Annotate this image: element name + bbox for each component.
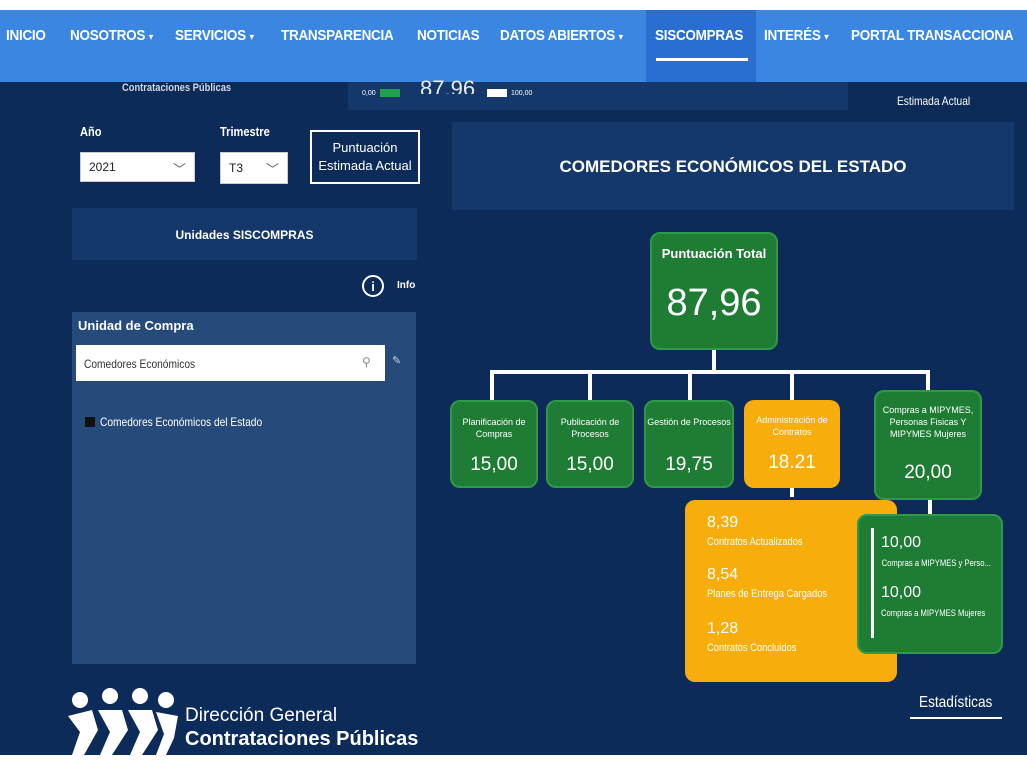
pillar-label: Planificación de Compras <box>462 417 526 439</box>
gauge-max-label: 100,00 <box>511 90 533 97</box>
quarter-filter-label: Trimestre <box>220 124 270 139</box>
pillar-value: 15,00 <box>470 454 518 475</box>
chevron-down-icon: ﹀ <box>265 162 279 177</box>
pillar-card-gestion: Gestión de Procesos 19,75 <box>644 400 734 488</box>
score-estimated-button-label: Puntuación Estimada Actual <box>318 140 412 173</box>
unit-search-value: Comedores Económicos <box>84 357 196 371</box>
tree-connector <box>688 370 692 400</box>
tree-connector <box>928 500 932 514</box>
pillar-card-planificacion: Planificación de Compras 15,00 <box>450 400 538 488</box>
people-logo-icon <box>68 688 178 755</box>
chevron-down-icon: ▾ <box>824 32 829 43</box>
eraser-icon[interactable]: ✎ <box>392 354 401 367</box>
info-label: Info <box>397 280 416 291</box>
nav-active-underline <box>656 58 748 61</box>
nav-active-highlight <box>646 10 756 82</box>
entity-title: COMEDORES ECONÓMICOS DEL ESTADO <box>559 157 907 176</box>
tree-connector <box>926 370 930 392</box>
gauge-value: 87,96 <box>420 76 476 94</box>
total-score-value: 87,96 <box>666 282 762 324</box>
detail-value: 10,00 <box>881 584 922 601</box>
quarter-dropdown-value: T3 <box>229 161 244 175</box>
nav-item-interes[interactable]: INTERÉS ▾ <box>764 27 829 44</box>
tree-connector <box>490 370 930 374</box>
unit-item-checkbox[interactable] <box>85 417 95 427</box>
pillar-value: 15,00 <box>566 454 614 475</box>
logo-line2: Contrataciones Públicas <box>185 728 419 750</box>
nav-item-nosotros[interactable]: NOSOTROS ▾ <box>70 27 153 44</box>
pillar-value: 18.21 <box>768 452 816 473</box>
year-dropdown[interactable]: 2021 ﹀ <box>80 152 195 182</box>
report-title-fragment: Contrataciones Públicas <box>122 82 232 92</box>
chevron-down-icon: ▾ <box>148 32 154 43</box>
info-icon[interactable]: i <box>362 275 384 297</box>
pillar-value: 20,00 <box>904 462 952 483</box>
nav-item-transparencia[interactable]: TRANSPARENCIA <box>281 27 394 44</box>
quarter-dropdown[interactable]: T3 ﹀ <box>220 152 288 184</box>
logo-line1: Dirección General <box>185 705 338 726</box>
chevron-down-icon: ▾ <box>249 32 254 43</box>
search-icon: ⚲ <box>362 355 371 369</box>
detail-value: 8,39 <box>707 514 739 531</box>
year-dropdown-value: 2021 <box>89 160 116 174</box>
top-navigation-bar <box>0 10 1027 82</box>
nav-item-servicios[interactable]: SERVICIOS ▾ <box>175 27 254 44</box>
year-filter-label: Año <box>80 124 102 139</box>
nav-item-noticias[interactable]: NOTICIAS <box>417 27 480 44</box>
gauge-max-swatch <box>487 89 507 97</box>
gauge-min-swatch <box>380 89 400 97</box>
gauge-min-label: 0,00 <box>362 90 376 97</box>
score-estimated-button[interactable]: Puntuación Estimada Actual <box>310 130 420 184</box>
nav-item-siscompras[interactable]: SISCOMPRAS <box>655 27 743 44</box>
pillar-card-administracion: Administración de Contratos 18.21 <box>744 400 840 488</box>
nav-item-datos-abiertos[interactable]: DATOS ABIERTOS ▾ <box>500 27 623 44</box>
mipymes-details-card: 10,00 Compras a MIPYMES y Perso... 10,00… <box>857 514 1003 654</box>
pillar-label: Administración de Contratos <box>756 415 828 437</box>
unit-item-label: Comedores Económicos del Estado <box>100 415 263 429</box>
tree-connector <box>588 370 592 400</box>
nav-item-portal-transaccional[interactable]: PORTAL TRANSACCIONA <box>851 27 1014 44</box>
nav-item-inicio[interactable]: INICIO <box>6 27 46 44</box>
detail-value: 1,28 <box>707 620 739 637</box>
chevron-down-icon: ﹀ <box>172 162 186 177</box>
pillar-label: Gestión de Procesos <box>647 417 731 427</box>
chevron-down-icon: ▾ <box>618 32 624 43</box>
detail-label: Contratos Actualizados <box>707 536 803 548</box>
pillar-label: Publicación de Procesos <box>560 417 620 439</box>
pillar-card-publicacion: Publicación de Procesos 15,00 <box>546 400 634 488</box>
detail-accent-bar <box>871 528 874 638</box>
statistics-link[interactable]: Estadísticas <box>919 694 992 712</box>
tree-connector <box>790 370 794 400</box>
pillar-label: Compras a MIPYMES, Personas Fisicas Y MI… <box>882 405 974 439</box>
detail-label: Compras a MIPYMES y Perso... <box>881 558 991 568</box>
detail-label: Compras a MIPYMES Mujeres <box>881 608 986 618</box>
tree-connector <box>490 370 494 400</box>
dgcp-logo <box>62 686 180 755</box>
statistics-link-underline <box>910 717 1002 719</box>
pillar-value: 19,75 <box>665 454 713 475</box>
pillar-card-mipymes: Compras a MIPYMES, Personas Fisicas Y MI… <box>874 390 982 500</box>
detail-label: Planes de Entrega Cargados <box>707 588 828 600</box>
detail-label: Contratos Concluidos <box>707 642 797 654</box>
detail-value: 10,00 <box>881 534 922 551</box>
score-estimated-label: Estimada Actual <box>897 94 971 108</box>
units-siscompras-label: Unidades SISCOMPRAS <box>175 228 314 242</box>
tree-connector <box>712 350 716 372</box>
unit-search-input[interactable]: Comedores Económicos ⚲ <box>76 345 385 381</box>
tree-connector <box>790 487 794 497</box>
detail-value: 8,54 <box>707 566 739 583</box>
unit-of-purchase-title: Unidad de Compra <box>78 318 194 333</box>
total-score-label: Puntuación Total <box>661 246 767 261</box>
